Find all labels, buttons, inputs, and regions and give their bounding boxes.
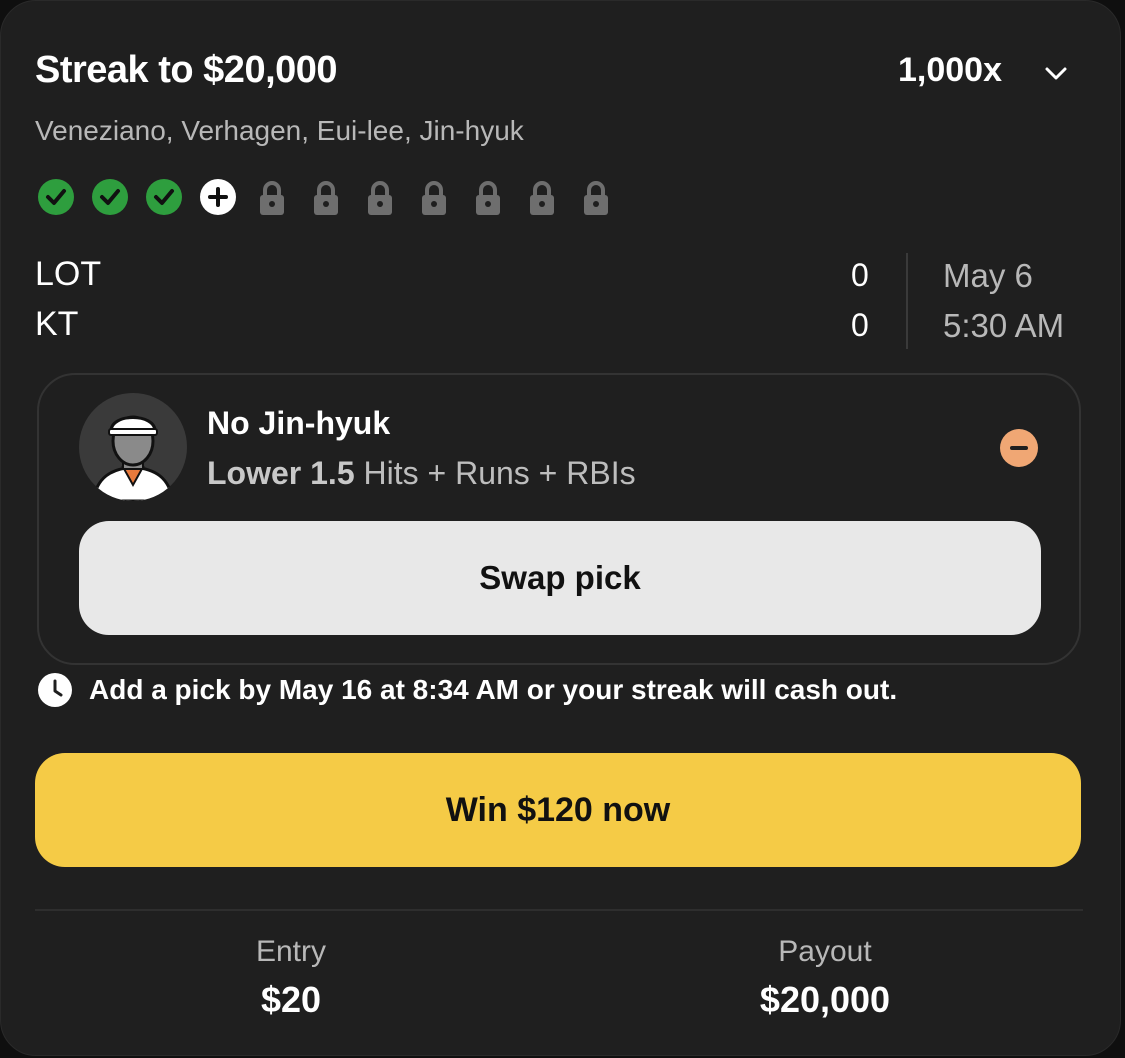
payout-label: Payout	[778, 935, 872, 968]
lock-icon	[422, 181, 446, 215]
player-silhouette-icon	[91, 415, 175, 501]
chevron-down-icon[interactable]	[1041, 59, 1071, 89]
pick-stat: Hits + Runs + RBIs	[363, 455, 636, 491]
lock-icon	[368, 181, 392, 215]
multiplier-value[interactable]: 1,000x	[898, 51, 1002, 90]
lock-icon	[260, 181, 284, 215]
streak-progress	[37, 178, 615, 216]
check-icon	[38, 179, 74, 215]
plus-icon	[200, 179, 236, 215]
summary-divider	[35, 909, 1083, 911]
pick-line: Lower 1.5 Hits + Runs + RBIs	[207, 455, 636, 492]
game-divider	[906, 253, 908, 349]
score-away: 0	[851, 307, 869, 343]
entry-label: Entry	[255, 935, 327, 968]
check-icon	[92, 179, 128, 215]
pick-direction: Lower 1.5	[207, 455, 355, 491]
team-away: KT	[35, 305, 79, 343]
streak-card: Streak to $20,000 1,000x Veneziano, Verh…	[0, 0, 1121, 1056]
lock-icon	[314, 181, 338, 215]
score-home: 0	[851, 257, 869, 293]
payout-value: $20,000	[759, 979, 891, 1020]
remove-pick-button[interactable]	[1000, 429, 1038, 467]
lock-icon	[476, 181, 500, 215]
game-date: May 6	[943, 257, 1033, 294]
pick-card: No Jin-hyuk Lower 1.5 Hits + Runs + RBIs…	[37, 373, 1081, 665]
pick-player-name: No Jin-hyuk	[207, 405, 391, 441]
players-list: Veneziano, Verhagen, Eui-lee, Jin-hyuk	[35, 115, 524, 146]
win-now-button[interactable]: Win $120 now	[35, 753, 1081, 867]
clock-icon	[38, 673, 72, 707]
lock-icon	[530, 181, 554, 215]
entry-value: $20	[260, 979, 322, 1020]
game-time: 5:30 AM	[943, 307, 1065, 344]
lock-icon	[584, 181, 608, 215]
swap-pick-button[interactable]: Swap pick	[79, 521, 1041, 635]
check-icon	[146, 179, 182, 215]
player-avatar	[79, 393, 187, 501]
streak-title: Streak to $20,000	[35, 49, 338, 91]
notice-text: Add a pick by May 16 at 8:34 AM or your …	[89, 674, 898, 705]
cashout-notice: Add a pick by May 16 at 8:34 AM or your …	[37, 671, 897, 709]
team-home: LOT	[35, 255, 102, 293]
